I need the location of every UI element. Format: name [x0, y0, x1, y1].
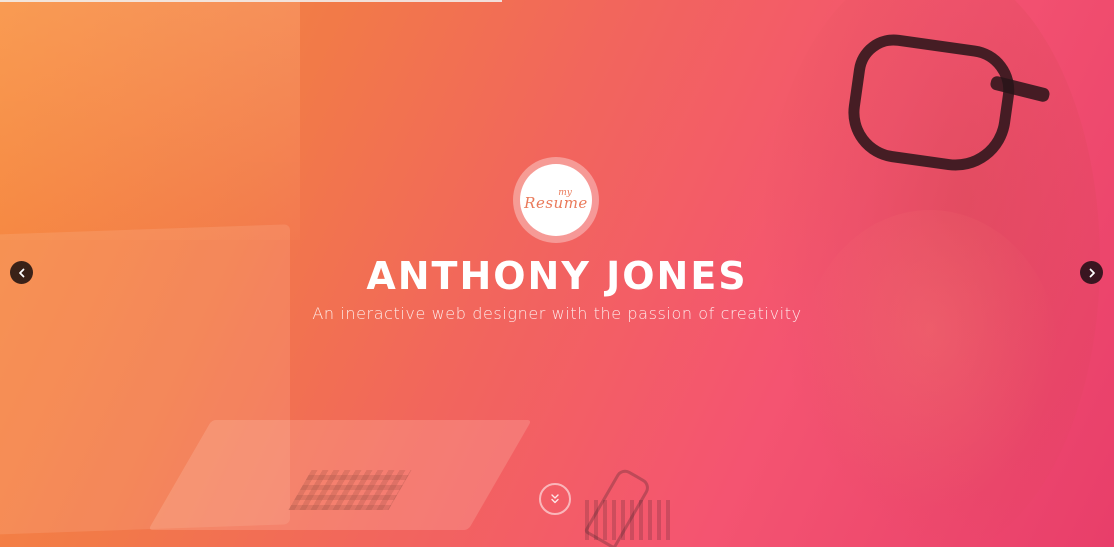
slider-next-button[interactable]: [1080, 261, 1103, 284]
scroll-down-button[interactable]: [539, 483, 571, 515]
double-chevron-down-icon: [551, 494, 559, 504]
background-glasses: [841, 29, 1021, 178]
background-device: [585, 500, 675, 540]
hero-name: ANTHONY JONES: [366, 254, 748, 298]
background-window: [0, 0, 300, 240]
logo-badge[interactable]: my Resume: [513, 157, 599, 243]
logo-main-text: Resume: [524, 194, 588, 212]
background-keyboard: [288, 470, 412, 510]
background-glasses-bridge: [989, 74, 1051, 104]
background-laptop-base: [148, 420, 532, 530]
slider-prev-button[interactable]: [10, 261, 33, 284]
logo: my Resume: [520, 164, 592, 236]
hero-tagline: An ineractive web designer with the pass…: [312, 304, 802, 323]
chevron-left-icon: [18, 268, 24, 277]
chevron-right-icon: [1089, 268, 1095, 277]
top-progress-bar: [0, 0, 502, 2]
hero-section: my Resume ANTHONY JONES An ineractive we…: [0, 0, 1114, 547]
background-bottle: [583, 466, 653, 547]
